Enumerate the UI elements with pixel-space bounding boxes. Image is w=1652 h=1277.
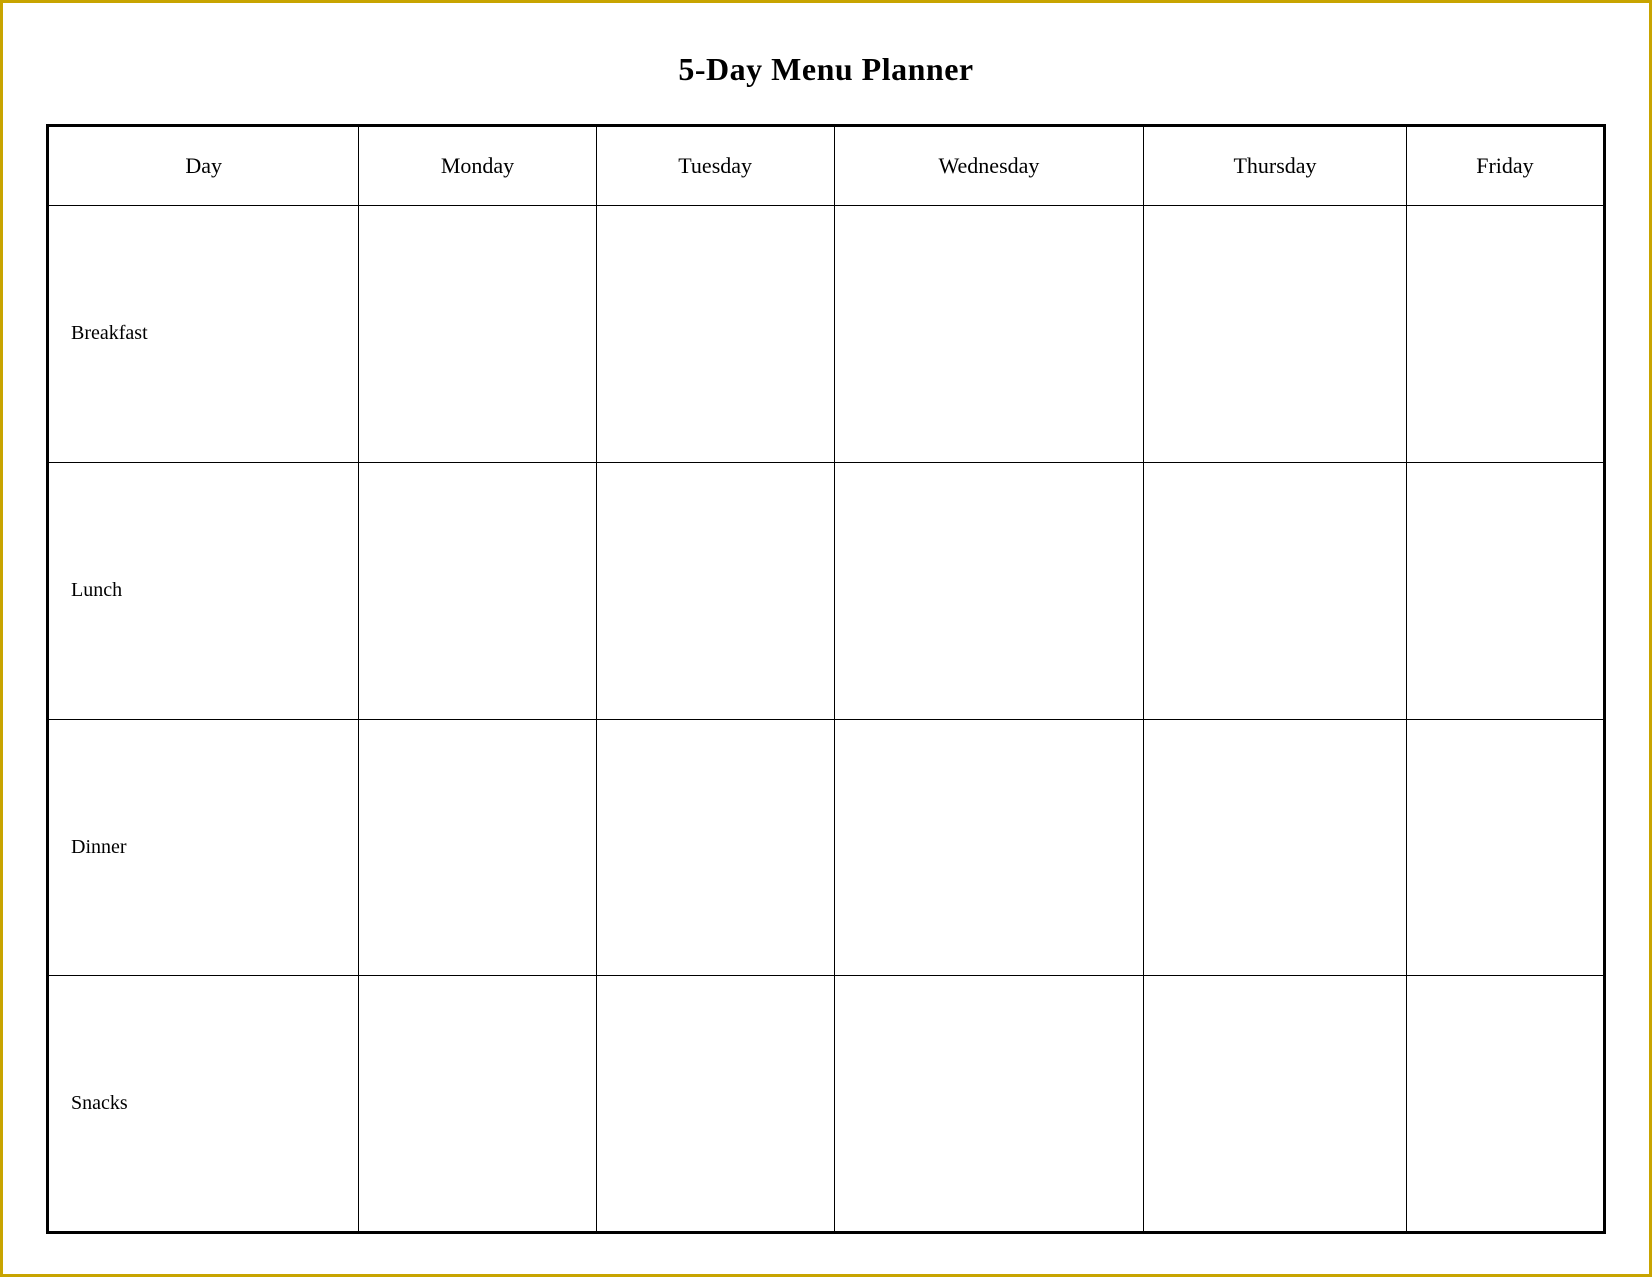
cell-row0-col3[interactable] (834, 206, 1143, 463)
row-label-dinner: Dinner (48, 719, 359, 976)
planner-table-wrapper: Day Monday Tuesday Wednesday Thursday Fr… (46, 124, 1606, 1234)
cell-row1-col4[interactable] (1144, 462, 1407, 719)
table-row: Dinner (48, 719, 1605, 976)
cell-row0-col4[interactable] (1144, 206, 1407, 463)
cell-row1-col2[interactable] (596, 462, 834, 719)
header-row: Day Monday Tuesday Wednesday Thursday Fr… (48, 126, 1605, 206)
cell-row0-col5[interactable] (1406, 206, 1604, 463)
table-row: Snacks (48, 976, 1605, 1233)
cell-row0-col1[interactable] (359, 206, 596, 463)
cell-row2-col2[interactable] (596, 719, 834, 976)
table-row: Lunch (48, 462, 1605, 719)
page-title: 5-Day Menu Planner (678, 51, 973, 88)
cell-row3-col1[interactable] (359, 976, 596, 1233)
cell-row1-col3[interactable] (834, 462, 1143, 719)
row-label-breakfast: Breakfast (48, 206, 359, 463)
cell-row1-col5[interactable] (1406, 462, 1604, 719)
header-day: Day (48, 126, 359, 206)
cell-row2-col5[interactable] (1406, 719, 1604, 976)
table-row: Breakfast (48, 206, 1605, 463)
header-thursday: Thursday (1144, 126, 1407, 206)
cell-row3-col3[interactable] (834, 976, 1143, 1233)
cell-row3-col5[interactable] (1406, 976, 1604, 1233)
cell-row2-col3[interactable] (834, 719, 1143, 976)
header-monday: Monday (359, 126, 596, 206)
cell-row0-col2[interactable] (596, 206, 834, 463)
planner-table: Day Monday Tuesday Wednesday Thursday Fr… (46, 124, 1606, 1234)
cell-row2-col4[interactable] (1144, 719, 1407, 976)
cell-row2-col1[interactable] (359, 719, 596, 976)
cell-row1-col1[interactable] (359, 462, 596, 719)
cell-row3-col2[interactable] (596, 976, 834, 1233)
header-friday: Friday (1406, 126, 1604, 206)
row-label-lunch: Lunch (48, 462, 359, 719)
cell-row3-col4[interactable] (1144, 976, 1407, 1233)
header-tuesday: Tuesday (596, 126, 834, 206)
header-wednesday: Wednesday (834, 126, 1143, 206)
row-label-snacks: Snacks (48, 976, 359, 1233)
